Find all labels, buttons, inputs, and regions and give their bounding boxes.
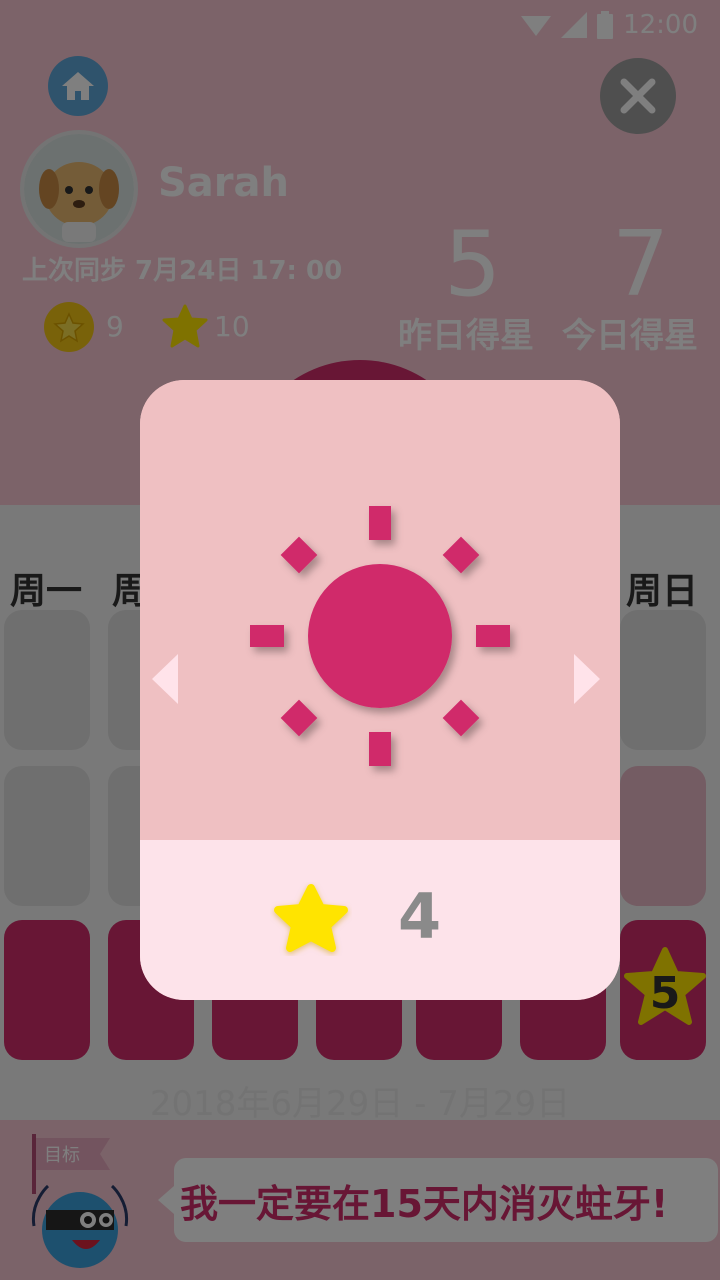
- modal-icon-area: [140, 380, 620, 840]
- previous-arrow-icon[interactable]: [150, 652, 180, 706]
- reward-star-icon: [274, 884, 348, 952]
- modal-reward-area: [140, 840, 620, 1000]
- reward-star-count: 4: [398, 880, 442, 953]
- next-arrow-icon[interactable]: [572, 652, 602, 706]
- sun-icon: [250, 506, 510, 766]
- weather-reward-modal: 4: [140, 380, 620, 1000]
